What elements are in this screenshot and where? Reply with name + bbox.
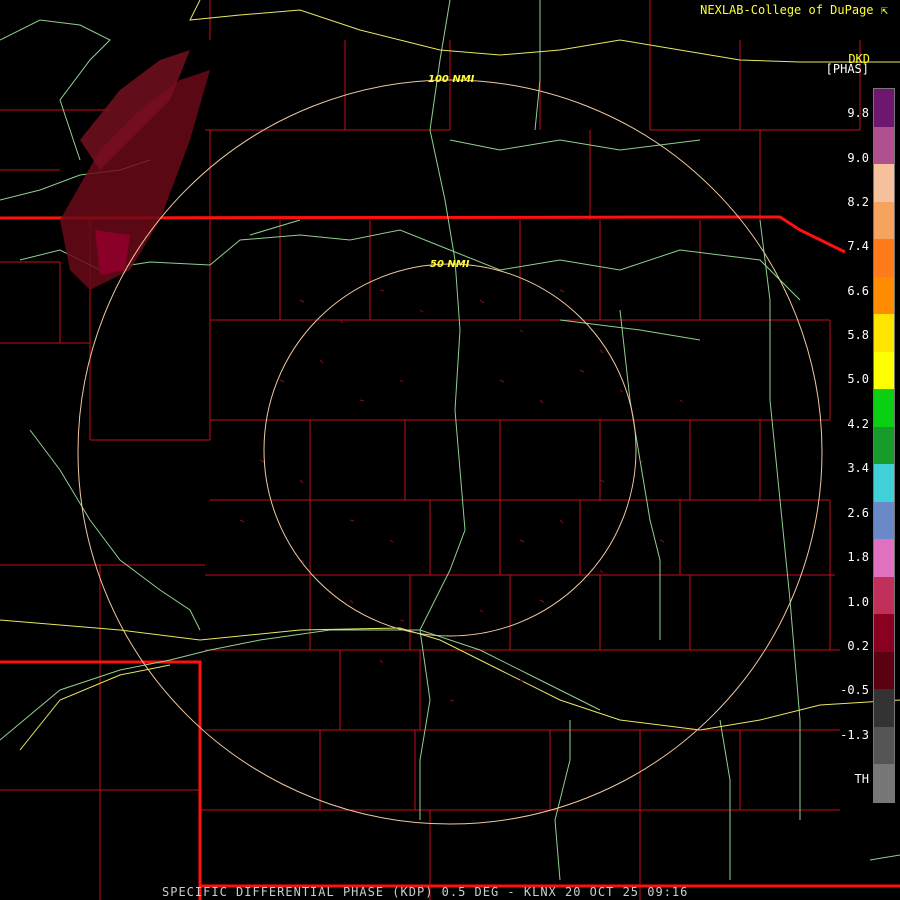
legend-label: 1.8: [847, 550, 869, 564]
legend-label: -1.3: [840, 728, 869, 742]
legend-swatch: [874, 89, 894, 128]
legend-swatch: [874, 164, 894, 203]
legend-swatch: [874, 276, 894, 315]
legend-swatch: [874, 314, 894, 353]
range-rings: [77, 79, 823, 825]
legend-swatch: [874, 576, 894, 615]
legend-label: 3.4: [847, 461, 869, 475]
legend-swatch: [874, 614, 894, 653]
legend-swatch: [874, 126, 894, 165]
legend-label: 5.8: [847, 328, 869, 342]
state-boundaries: [0, 215, 900, 900]
legend-swatch: [874, 239, 894, 278]
legend-swatch: [874, 464, 894, 503]
legend-swatch: [874, 689, 894, 728]
legend-label: 0.2: [847, 639, 869, 653]
legend-label: 9.0: [847, 151, 869, 165]
legend-swatch: [874, 351, 894, 390]
product-caption: SPECIFIC DIFFERENTIAL PHASE (KDP) 0.5 DE…: [162, 885, 689, 899]
legend-swatch: [874, 389, 894, 428]
legend-swatch: [874, 764, 894, 803]
cursor-icon: ⇱: [880, 3, 888, 17]
legend-swatch: [874, 539, 894, 578]
color-scale-bar: [873, 88, 895, 803]
legend-swatch: [874, 501, 894, 540]
radar-view: 100 NMI 50 NMI NEXLAB-College of DuPage …: [0, 0, 900, 900]
range-label-50: 50 NMI: [430, 259, 470, 270]
legend-label: 2.6: [847, 506, 869, 520]
clutter-speckles: [239, 289, 684, 702]
legend-swatch: [874, 201, 894, 240]
legend-swatch: [874, 726, 894, 765]
range-label-100: 100 NMI: [428, 74, 475, 85]
legend-label: 8.2: [847, 195, 869, 209]
legend-swatch: [874, 426, 894, 465]
legend-labels: 9.8 9.0 8.2 7.4 6.6 5.8 5.0 4.2 3.4 2.6 1.8 1.0 0.2 -…: [835, 0, 875, 900]
legend-label: 4.2: [847, 417, 869, 431]
legend-label: 5.0: [847, 372, 869, 386]
legend-label: 6.6: [847, 284, 869, 298]
radar-map: 100 NMI 50 NMI: [0, 0, 900, 900]
legend-label: -0.5: [840, 683, 869, 697]
legend-label: 7.4: [847, 239, 869, 253]
range-ring-100nmi: [77, 79, 823, 825]
legend-swatch: [874, 651, 894, 690]
legend-label: TH: [854, 772, 869, 786]
legend-label: 1.0: [847, 595, 869, 609]
legend-label: 9.8: [847, 106, 869, 120]
